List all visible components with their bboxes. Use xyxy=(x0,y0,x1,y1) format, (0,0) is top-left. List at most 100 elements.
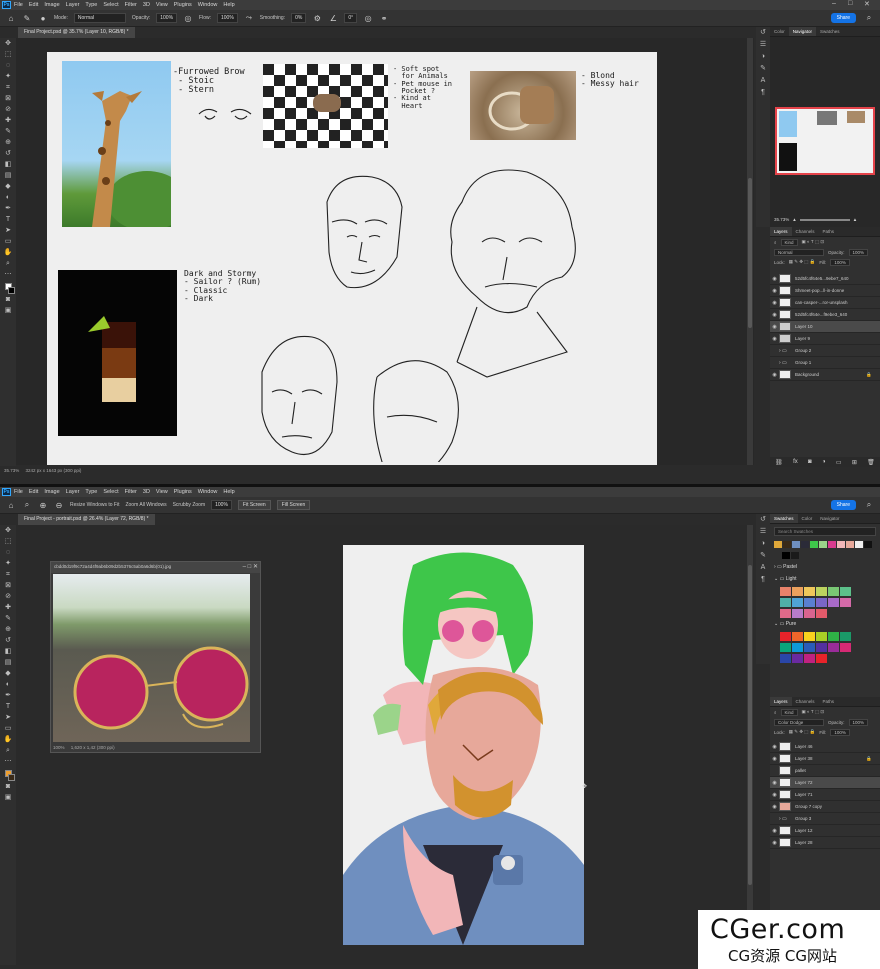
top-canvas-area[interactable]: -Furrowed Brow - Stoic - Stern - Soft sp… xyxy=(16,38,754,465)
adjustment-icon[interactable]: ◑ xyxy=(822,459,826,465)
rectangle-tool-icon[interactable]: ▭ xyxy=(2,723,14,734)
eraser-icon[interactable]: ◧ xyxy=(2,646,14,657)
visibility-eye-icon[interactable]: ◉ xyxy=(770,828,779,834)
gradient-icon[interactable]: ▤ xyxy=(2,170,14,181)
new-group-icon[interactable]: ▭ xyxy=(836,459,842,466)
menu-file[interactable]: File xyxy=(14,2,23,8)
visibility-eye-icon[interactable]: ◉ xyxy=(770,312,779,318)
tab-layers[interactable]: Layers xyxy=(770,227,792,236)
layer-row[interactable]: ◉ Layer 28 xyxy=(770,837,880,849)
quick-select-icon[interactable]: ✦ xyxy=(2,71,14,82)
fit-screen-button[interactable]: Fit Screen xyxy=(237,500,271,510)
visibility-eye-icon[interactable]: ◉ xyxy=(770,300,779,306)
delete-icon[interactable]: 🗑 xyxy=(867,459,875,466)
character-panel-icon[interactable]: A xyxy=(757,562,769,574)
share-button[interactable]: Share xyxy=(830,13,856,23)
brush-preset-icon[interactable]: ● xyxy=(38,14,48,23)
pen-tool-icon[interactable]: ✒ xyxy=(2,203,14,214)
bottom-scroll-thumb[interactable] xyxy=(748,565,752,885)
doc-tab-final-project[interactable]: Final Project.psd @ 35.7% (Layer 10, RGB… xyxy=(18,27,135,38)
zoom-out-icon[interactable]: ▲ xyxy=(792,217,796,222)
layer-row[interactable]: ◉ 52d5fc4f64e5...9ebe7_640 xyxy=(770,273,880,285)
tab-swatches[interactable]: Swatches xyxy=(770,514,798,523)
navigator-zoom-value[interactable]: 35.73% xyxy=(774,217,789,222)
menu-layer[interactable]: Layer xyxy=(66,489,80,495)
floating-window-titlebar[interactable]: cbdd0d19f9c72a4d4f9ab6b09d2b5376c5ab0a6d… xyxy=(51,562,260,573)
frame-tool-icon[interactable]: ⊠ xyxy=(2,93,14,104)
bottom-vertical-scrollbar[interactable] xyxy=(747,525,753,965)
healing-brush-icon[interactable]: ✚ xyxy=(2,602,14,613)
search-icon[interactable]: ⌕ xyxy=(864,500,874,510)
visibility-eye-icon[interactable]: ◉ xyxy=(770,756,779,762)
dodge-icon[interactable]: ◐ xyxy=(2,679,14,690)
layer-row[interactable]: ◉ 52d5fc4f64e...f9ebe3_640 xyxy=(770,309,880,321)
type-tool-icon[interactable]: T xyxy=(2,214,14,225)
menu-window[interactable]: Window xyxy=(198,489,218,495)
folder-icon[interactable]: › ▭ xyxy=(779,360,795,366)
filter-icons[interactable]: ▣ ◐ T ⬚ ⊡ xyxy=(802,709,825,715)
blend-mode-select[interactable]: Color Dodge xyxy=(774,718,824,726)
hand-tool-icon[interactable]: ✋ xyxy=(2,734,14,745)
visibility-eye-icon[interactable]: ◉ xyxy=(770,372,779,378)
swatch[interactable] xyxy=(792,541,800,548)
swatch[interactable] xyxy=(783,541,791,548)
smoothing-field[interactable]: 0% xyxy=(291,13,307,23)
paragraph-panel-icon[interactable]: ¶ xyxy=(757,574,769,586)
visibility-eye-icon[interactable]: ◉ xyxy=(770,804,779,810)
menu-help[interactable]: Help xyxy=(223,2,234,8)
symmetry-icon[interactable]: ⚭ xyxy=(379,14,389,23)
filter-search-icon[interactable]: ⌕ xyxy=(774,710,777,715)
brush-icon[interactable]: ✎ xyxy=(2,613,14,624)
zoom-in-icon[interactable]: ▲ xyxy=(853,217,857,222)
fill-screen-button[interactable]: Fill Screen xyxy=(276,500,311,510)
swatch[interactable] xyxy=(774,541,782,548)
history-panel-icon[interactable]: ↺ xyxy=(757,27,769,39)
tab-color[interactable]: Color xyxy=(798,514,817,523)
swatches-search-input[interactable]: Search Swatches xyxy=(774,527,876,536)
layer-opacity-field[interactable]: 100% xyxy=(848,718,869,726)
photoshop-logo-icon[interactable]: Ps xyxy=(2,1,11,9)
floating-window-controls[interactable]: – □ ✕ xyxy=(239,563,258,570)
crop-tool-icon[interactable]: ⌗ xyxy=(2,82,14,93)
top-zoom-readout[interactable]: 35.73% xyxy=(4,468,19,473)
eraser-icon[interactable]: ◧ xyxy=(2,159,14,170)
visibility-eye-icon[interactable]: ◉ xyxy=(770,792,779,798)
fx-icon[interactable]: fx xyxy=(793,459,798,465)
layer-group-row[interactable]: › ▭ Group 1 xyxy=(770,357,880,369)
bottom-canvas-area[interactable]: cbdd0d19f9c72a4d4f9ab6b09d2b5376c5ab0a6d… xyxy=(16,525,754,965)
brushes-panel-icon[interactable]: ✎ xyxy=(757,63,769,75)
home-icon[interactable]: ⌂ xyxy=(6,501,16,510)
swatch[interactable] xyxy=(791,552,799,559)
top-vertical-scrollbar[interactable] xyxy=(747,38,753,465)
search-icon[interactable]: ⌕ xyxy=(864,13,874,23)
home-icon[interactable]: ⌂ xyxy=(6,14,16,23)
move-tool-icon[interactable]: ✥ xyxy=(2,38,14,49)
swatch[interactable] xyxy=(855,541,863,548)
marquee-tool-icon[interactable]: ⬚ xyxy=(2,536,14,547)
path-select-icon[interactable]: ➤ xyxy=(2,225,14,236)
visibility-eye-icon[interactable]: ◉ xyxy=(770,780,779,786)
history-panel-icon[interactable]: ↺ xyxy=(757,514,769,526)
crop-tool-icon[interactable]: ⌗ xyxy=(2,569,14,580)
swatch[interactable] xyxy=(837,541,845,548)
menu-view[interactable]: View xyxy=(156,489,168,495)
navigator-zoom-slider[interactable] xyxy=(799,218,850,221)
zoom-tool-icon[interactable]: ⌕ xyxy=(2,258,14,269)
layer-kind-select[interactable]: Kind xyxy=(780,238,798,246)
adjustments-panel-icon[interactable]: ◑ xyxy=(757,51,769,63)
layer-row[interactable]: ◉ Layer 9 xyxy=(770,333,880,345)
gradient-icon[interactable]: ▤ xyxy=(2,657,14,668)
tab-layers[interactable]: Layers xyxy=(770,697,792,706)
swatch-group-pastel[interactable]: › ▭ Pastel xyxy=(770,561,880,573)
brushes-panel-icon[interactable]: ✎ xyxy=(757,550,769,562)
smoothing-settings-icon[interactable]: ⚙ xyxy=(312,14,322,23)
lock-icons[interactable]: ▦ ✎ ✥ ⬚ 🔒 xyxy=(789,729,816,735)
mode-select[interactable]: Normal xyxy=(73,13,126,23)
close-icon[interactable]: ✕ xyxy=(864,0,870,8)
layer-group-row[interactable]: › ▭ Group 3 xyxy=(770,813,880,825)
menu-3d[interactable]: 3D xyxy=(143,489,150,495)
filter-search-icon[interactable]: ⌕ xyxy=(774,240,777,245)
menu-view[interactable]: View xyxy=(156,2,168,8)
new-layer-icon[interactable]: ⊞ xyxy=(852,459,857,466)
hand-tool-icon[interactable]: ✋ xyxy=(2,247,14,258)
